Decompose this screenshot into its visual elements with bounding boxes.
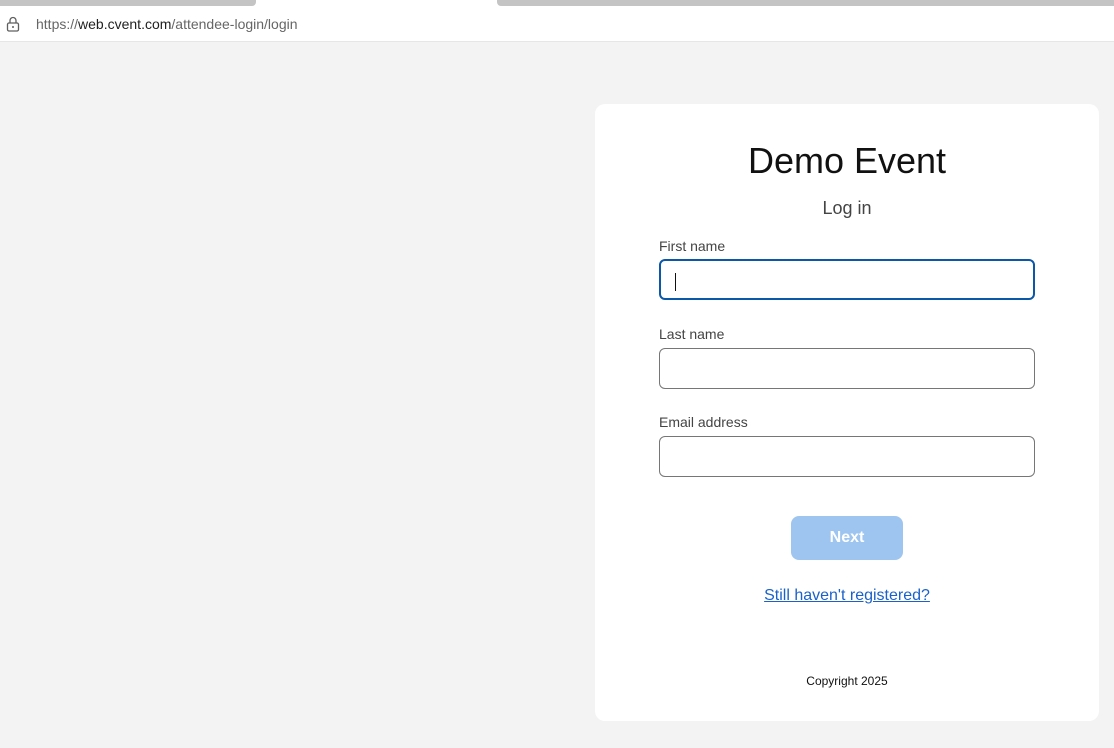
- last-name-label: Last name: [659, 326, 725, 342]
- next-button[interactable]: Next: [791, 516, 903, 560]
- url-path: /attendee-login/login: [171, 16, 298, 32]
- email-input[interactable]: [659, 436, 1035, 477]
- first-name-input[interactable]: [659, 259, 1035, 300]
- event-title: Demo Event: [747, 140, 947, 181]
- lock-icon[interactable]: [6, 16, 20, 32]
- browser-tab[interactable]: [497, 0, 1114, 6]
- login-subtitle: Log in: [822, 198, 872, 218]
- url-text[interactable]: https://web.cvent.com/attendee-login/log…: [36, 16, 298, 32]
- address-bar[interactable]: https://web.cvent.com/attendee-login/log…: [0, 7, 1114, 42]
- browser-tab[interactable]: [0, 0, 256, 6]
- url-scheme: https://: [36, 16, 79, 32]
- first-name-label: First name: [659, 238, 726, 254]
- browser-tab-strip: [0, 0, 1114, 7]
- register-link[interactable]: Still haven't registered?: [595, 587, 1099, 605]
- login-card: Demo Event Log in First name Last name E…: [595, 104, 1099, 721]
- url-host: web.cvent.com: [78, 16, 172, 32]
- email-label: Email address: [659, 414, 748, 430]
- copyright-text: Copyright 2025: [806, 674, 888, 688]
- text-caret: [675, 273, 676, 291]
- last-name-input[interactable]: [659, 348, 1035, 389]
